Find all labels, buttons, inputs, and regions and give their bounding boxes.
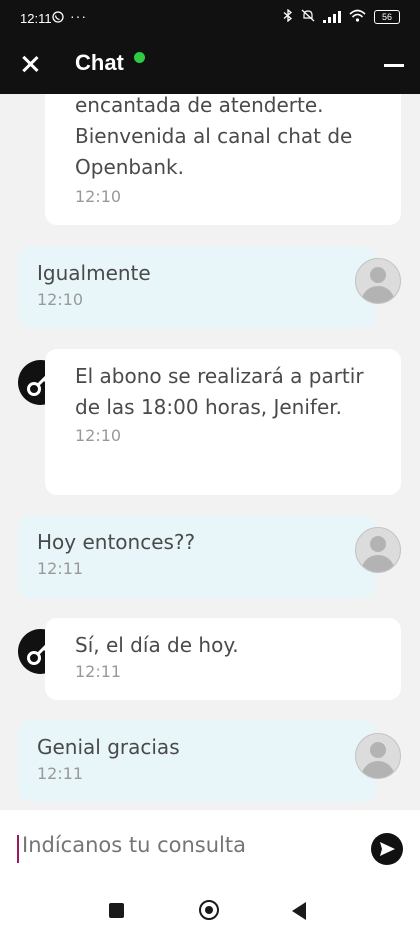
message-text: encantada de atenderte. Bienvenida al ca… [75,94,353,179]
chat-header: Chat [0,38,420,94]
message-input[interactable] [20,832,354,858]
message-time: 12:11 [37,764,84,783]
message-text: Sí, el día de hoy. [75,633,239,657]
user-message: Genial gracias 12:11 [18,720,376,802]
message-text: Igualmente [37,261,151,285]
page-title: Chat [75,50,124,75]
message-text: Hoy entonces?? [37,530,196,554]
user-message: Igualmente 12:10 [18,246,376,328]
online-status-dot [134,52,145,63]
send-icon [380,842,395,856]
more-notifications-icon: ··· [70,8,87,24]
user-avatar [355,258,401,304]
message-list[interactable]: encantada de atenderte. Bienvenida al ca… [0,94,420,810]
bluetooth-icon [283,8,293,25]
recents-icon[interactable] [109,903,124,918]
mute-icon [301,9,315,25]
battery-icon: 56 [374,10,400,24]
user-avatar [355,527,401,573]
user-message: Hoy entonces?? 12:11 [18,515,376,598]
home-icon[interactable] [199,900,219,920]
wifi-icon [349,9,366,25]
status-bar: 12:11 ··· 56 [0,0,420,38]
message-text: Genial gracias [37,735,180,759]
whatsapp-icon [52,11,64,26]
agent-message: Sí, el día de hoy. 12:11 [45,618,401,700]
message-time: 12:10 [37,290,84,309]
text-caret [17,835,19,863]
message-text: El abono se realizará a partir de las 18… [75,364,364,419]
minimize-icon[interactable] [384,64,404,67]
message-time: 12:10 [75,426,122,445]
message-time: 12:10 [75,187,122,206]
close-icon[interactable] [18,52,42,76]
back-icon[interactable] [292,902,306,920]
signal-icon [323,11,341,23]
status-time: 12:11 [20,11,52,26]
message-time: 12:11 [37,559,84,578]
user-avatar [355,733,401,779]
agent-message: El abono se realizará a partir de las 18… [45,349,401,495]
message-time: 12:11 [75,662,122,681]
agent-message: encantada de atenderte. Bienvenida al ca… [45,94,401,225]
send-button[interactable] [371,833,403,865]
message-composer [0,810,420,888]
system-nav-bar [0,888,420,934]
